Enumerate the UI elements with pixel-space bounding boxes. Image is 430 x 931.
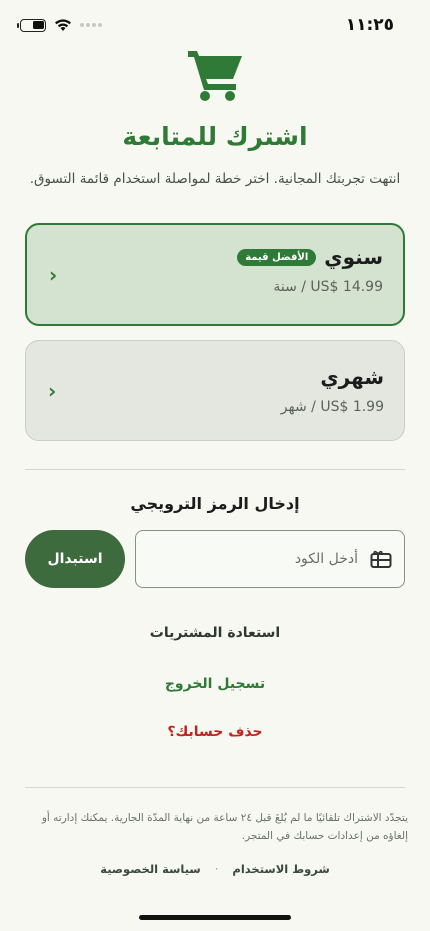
page-title: اشترك للمتابعة — [122, 122, 308, 151]
chevron-left-icon: ‹ — [49, 262, 58, 287]
wifi-icon — [55, 19, 71, 31]
divider — [25, 469, 405, 470]
promo-code-placeholder: أدخل الكود — [294, 551, 358, 567]
chevron-left-icon: ‹ — [48, 378, 57, 403]
home-indicator — [139, 915, 291, 920]
redeem-button[interactable]: استبدال — [25, 530, 125, 588]
privacy-policy-link[interactable]: سياسة الخصوصية — [100, 862, 200, 876]
battery-icon — [17, 18, 46, 32]
gift-card-icon — [370, 550, 392, 568]
promo-title: إدخال الرمز الترويجي — [130, 494, 300, 513]
plan-header: سنوي الأفضل قيمة — [47, 245, 383, 269]
footer-separator: · — [214, 862, 219, 876]
plan-header: شهري — [46, 365, 384, 389]
status-time: ١١:٢٥ — [345, 15, 394, 35]
cellular-signal-icon — [80, 23, 102, 27]
plan-card-yearly[interactable]: سنوي الأفضل قيمة US$ 14.99 / سنة ‹ — [25, 223, 405, 326]
divider — [25, 787, 405, 788]
best-value-badge: الأفضل قيمة — [237, 248, 317, 266]
shopping-cart-icon — [188, 51, 242, 101]
renewal-note: يتجدّد الاشتراك تلقائيًا ما لم يُلغَ قبل… — [41, 812, 408, 842]
plan-price: US$ 1.99 / شهر — [280, 399, 384, 415]
plan-price: US$ 14.99 / سنة — [273, 279, 383, 295]
status-icons — [17, 18, 102, 32]
status-bar: ١١:٢٥ — [0, 0, 430, 50]
promo-code-input[interactable]: أدخل الكود — [135, 530, 405, 588]
page-subtitle: انتهت تجربتك المجانية. اختر خطة لمواصلة … — [29, 171, 401, 187]
terms-of-use-link[interactable]: شروط الاستخدام — [232, 862, 329, 876]
restore-purchases-link[interactable]: استعادة المشتريات — [0, 625, 430, 641]
logout-link[interactable]: تسجيل الخروج — [0, 676, 430, 692]
plan-name: شهري — [320, 365, 384, 389]
footer-links: شروط الاستخدام · سياسة الخصوصية — [0, 862, 430, 876]
header-icon-wrap — [0, 46, 430, 102]
plan-name: سنوي — [324, 245, 383, 269]
plan-card-monthly[interactable]: شهري US$ 1.99 / شهر ‹ — [25, 340, 405, 441]
delete-account-link[interactable]: حذف حسابك؟ — [0, 724, 430, 740]
